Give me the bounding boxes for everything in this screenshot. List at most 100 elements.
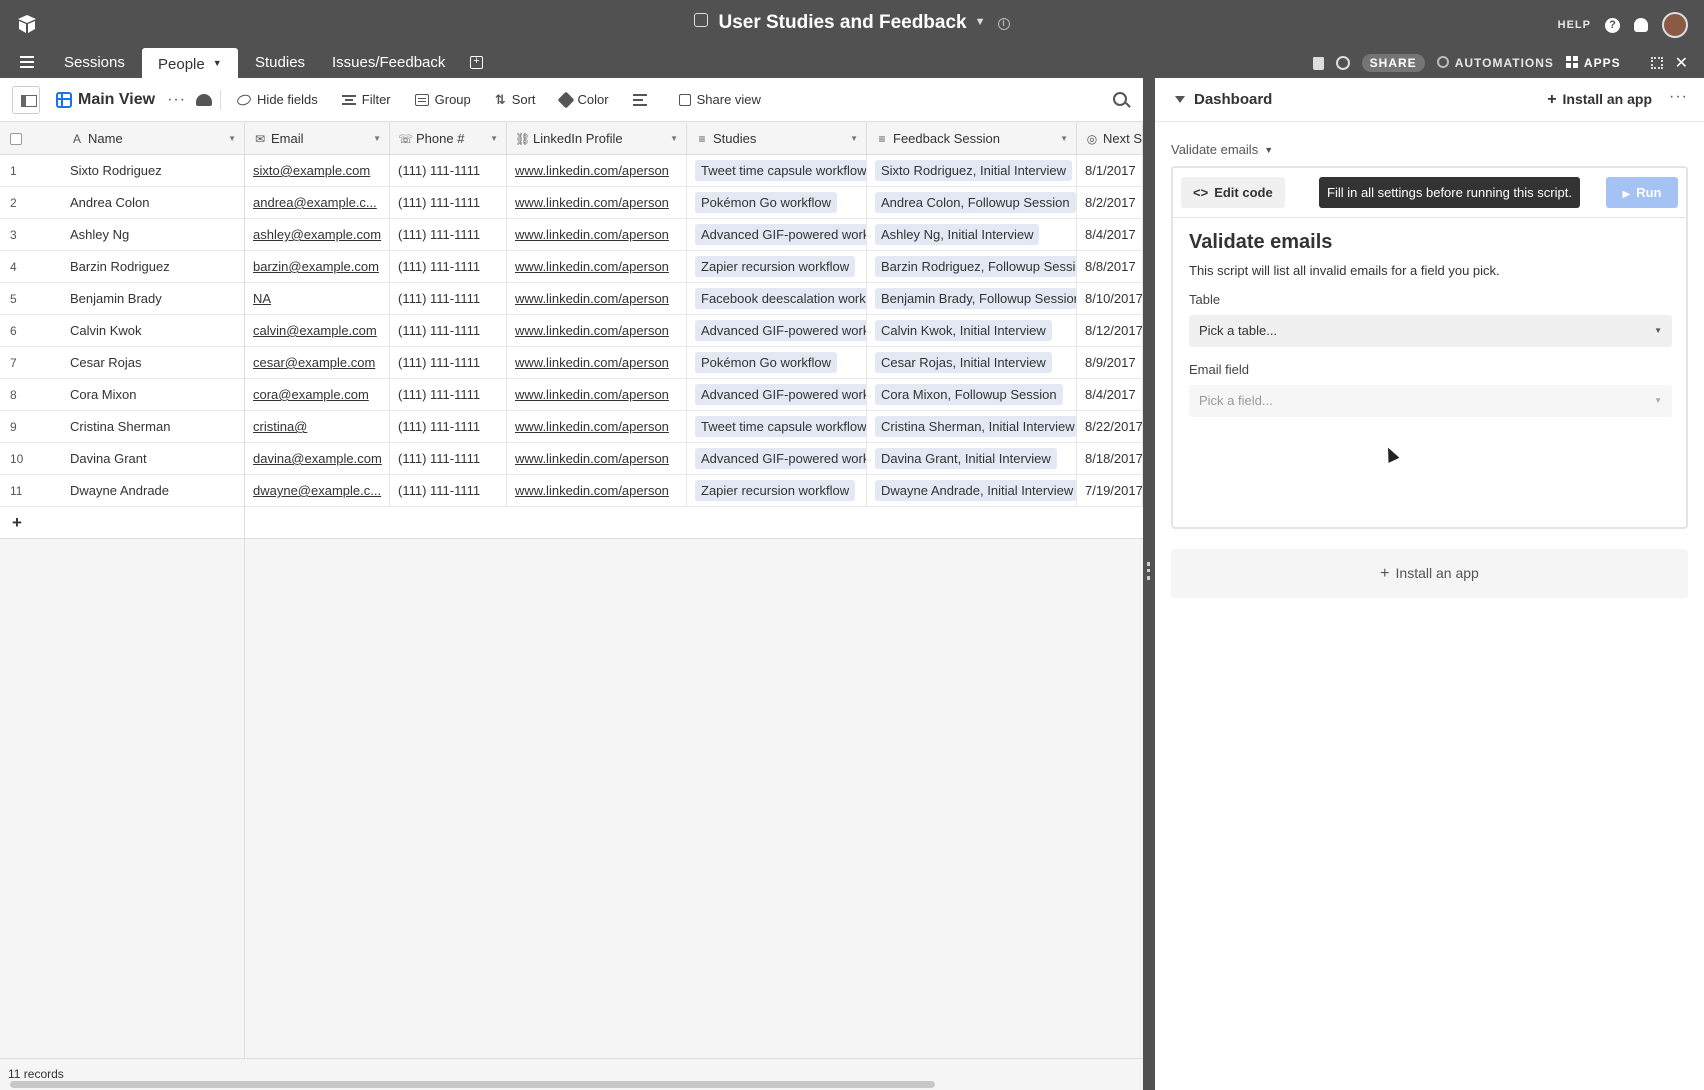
drag-handle-icon[interactable] <box>1147 562 1150 580</box>
cell-phone[interactable]: (111) 111-1111 <box>390 315 507 347</box>
help-icon[interactable]: ? <box>1605 17 1620 33</box>
cell-value[interactable]: www.linkedin.com/aperson <box>515 323 669 338</box>
cell-linkedin[interactable]: www.linkedin.com/aperson <box>507 379 687 411</box>
cell-name[interactable]: Benjamin Brady <box>62 283 245 315</box>
table-row[interactable]: 4 Barzin Rodriguez barzin@example.com (111)… <box>0 251 1143 283</box>
table-row[interactable]: 8 Cora Mixon cora@example.com (111) 111-111… <box>0 379 1143 411</box>
column-header[interactable]: ☏ Phone # ▼ <box>390 123 507 155</box>
cell-next[interactable]: 7/19/2017 <box>1077 475 1143 507</box>
cell-value[interactable]: davina@example.com <box>253 451 382 466</box>
cell-name[interactable]: Cora Mixon <box>62 379 245 411</box>
cell-session[interactable]: Cora Mixon, Followup Session <box>867 379 1077 411</box>
column-header[interactable]: ◎ Next S <box>1077 123 1143 155</box>
linked-record-chip[interactable]: Advanced GIF-powered workflow <box>695 448 866 469</box>
chevron-down-icon[interactable]: ▼ <box>850 123 858 155</box>
cell-email[interactable]: barzin@example.com <box>245 251 390 283</box>
view-sidebar-toggle[interactable] <box>12 85 40 114</box>
cell-email[interactable]: cristina@ <box>245 411 390 443</box>
linked-record-chip[interactable]: Zapier recursion workflow <box>695 256 856 277</box>
apps-button[interactable]: APPS <box>1565 56 1621 70</box>
chevron-down-icon[interactable]: ▼ <box>1060 123 1068 155</box>
row-height-icon[interactable] <box>632 93 647 106</box>
cell-email[interactable]: dwayne@example.c... <box>245 475 390 507</box>
linked-record-chip[interactable]: Ashley Ng, Initial Interview <box>875 224 1040 245</box>
view-menu-dots-icon[interactable]: ··· <box>167 91 186 109</box>
linked-record-chip[interactable]: Barzin Rodriguez, Followup Session <box>875 256 1076 277</box>
linked-record-chip[interactable]: Advanced GIF-powered workflow <box>695 320 866 341</box>
cell-email[interactable]: ashley@example.com <box>245 219 390 251</box>
tab-studies[interactable]: Studies <box>255 48 305 78</box>
column-header[interactable]: ⛓ LinkedIn Profile ▼ <box>507 123 687 155</box>
cell-study[interactable]: Tweet time capsule workflow <box>687 411 867 443</box>
cell-value[interactable]: www.linkedin.com/aperson <box>515 259 669 274</box>
column-header[interactable]: ≡ Studies ▼ <box>687 123 867 155</box>
column-header[interactable]: ≡ Feedback Session ▼ <box>867 123 1077 155</box>
cell-value[interactable]: www.linkedin.com/aperson <box>515 227 669 242</box>
cell-study[interactable]: Pokémon Go workflow <box>687 347 867 379</box>
table-row[interactable]: 6 Calvin Kwok calvin@example.com (111) 111-… <box>0 315 1143 347</box>
history-icon[interactable] <box>1335 56 1350 70</box>
cell-linkedin[interactable]: www.linkedin.com/aperson <box>507 475 687 507</box>
tab-people[interactable]: People ▼ <box>142 48 238 78</box>
cell-value[interactable]: calvin@example.com <box>253 323 377 338</box>
cell-phone[interactable]: (111) 111-1111 <box>390 283 507 315</box>
cell-value[interactable]: NA <box>253 291 271 306</box>
cell-linkedin[interactable]: www.linkedin.com/aperson <box>507 411 687 443</box>
linked-record-chip[interactable]: Dwayne Andrade, Initial Interview <box>875 480 1076 501</box>
cell-phone[interactable]: (111) 111-1111 <box>390 347 507 379</box>
cell-next[interactable]: 8/12/2017 <box>1077 315 1143 347</box>
cell-study[interactable]: Pokémon Go workflow <box>687 187 867 219</box>
tab-issues-feedback[interactable]: Issues/Feedback <box>332 48 445 78</box>
dashboard-title[interactable]: Dashboard <box>1194 91 1272 108</box>
cell-name[interactable]: Dwayne Andrade <box>62 475 245 507</box>
table-row[interactable]: 5 Benjamin Brady NA (111) 111-1111 www.linke… <box>0 283 1143 315</box>
cell-session[interactable]: Andrea Colon, Followup Session <box>867 187 1077 219</box>
cell-value[interactable]: www.linkedin.com/aperson <box>515 451 669 466</box>
install-app-button[interactable]: + Install an app <box>1547 91 1652 109</box>
cell-session[interactable]: Sixto Rodriguez, Initial Interview <box>867 155 1077 187</box>
cell-value[interactable]: www.linkedin.com/aperson <box>515 163 669 178</box>
cell-next[interactable]: 8/4/2017 <box>1077 219 1143 251</box>
dashboard-more-dots-icon[interactable]: ··· <box>1669 88 1688 106</box>
cell-value[interactable]: andrea@example.c... <box>253 195 377 210</box>
cell-next[interactable]: 8/10/2017 <box>1077 283 1143 315</box>
cell-email[interactable]: davina@example.com <box>245 443 390 475</box>
cell-study[interactable]: Zapier recursion workflow <box>687 251 867 283</box>
horizontal-scrollbar[interactable] <box>10 1081 935 1088</box>
linked-record-chip[interactable]: Facebook deescalation workflow <box>695 288 866 309</box>
cell-next[interactable]: 8/8/2017 <box>1077 251 1143 283</box>
cell-study[interactable]: Advanced GIF-powered workflow <box>687 379 867 411</box>
cell-next[interactable]: 8/18/2017 <box>1077 443 1143 475</box>
expand-icon[interactable] <box>1650 57 1663 69</box>
collaborators-icon[interactable] <box>196 93 213 106</box>
cell-value[interactable]: www.linkedin.com/aperson <box>515 355 669 370</box>
cell-name[interactable]: Calvin Kwok <box>62 315 245 347</box>
cell-name[interactable]: Barzin Rodriguez <box>62 251 245 283</box>
cell-value[interactable]: www.linkedin.com/aperson <box>515 387 669 402</box>
linked-record-chip[interactable]: Pokémon Go workflow <box>695 352 838 373</box>
table-picker[interactable]: Pick a table... ▼ <box>1189 315 1672 347</box>
cell-value[interactable]: barzin@example.com <box>253 259 379 274</box>
table-row[interactable]: 1 Sixto Rodriguez sixto@example.com (111) 1… <box>0 155 1143 187</box>
avatar[interactable] <box>1662 12 1688 38</box>
cell-linkedin[interactable]: www.linkedin.com/aperson <box>507 187 687 219</box>
table-row[interactable]: 7 Cesar Rojas cesar@example.com (111) 111-1… <box>0 347 1143 379</box>
cell-study[interactable]: Advanced GIF-powered workflow <box>687 315 867 347</box>
cell-linkedin[interactable]: www.linkedin.com/aperson <box>507 219 687 251</box>
linked-record-chip[interactable]: Advanced GIF-powered workflow <box>695 384 866 405</box>
cell-email[interactable]: calvin@example.com <box>245 315 390 347</box>
panel-resize-divider[interactable] <box>1143 78 1155 1090</box>
cell-session[interactable]: Calvin Kwok, Initial Interview <box>867 315 1077 347</box>
cell-session[interactable]: Cesar Rojas, Initial Interview <box>867 347 1077 379</box>
cell-session[interactable]: Cristina Sherman, Initial Interview <box>867 411 1077 443</box>
cell-next[interactable]: 8/4/2017 <box>1077 379 1143 411</box>
linked-record-chip[interactable]: Sixto Rodriguez, Initial Interview <box>875 160 1072 181</box>
cell-email[interactable]: andrea@example.c... <box>245 187 390 219</box>
color-button[interactable]: Color <box>557 91 609 108</box>
cell-linkedin[interactable]: www.linkedin.com/aperson <box>507 315 687 347</box>
cell-session[interactable]: Benjamin Brady, Followup Session <box>867 283 1077 315</box>
install-app-placeholder-button[interactable]: + Install an app <box>1171 549 1688 598</box>
table-row[interactable]: 9 Cristina Sherman cristina@ (111) 111-1111… <box>0 411 1143 443</box>
linked-record-chip[interactable]: Tweet time capsule workflow <box>695 416 866 437</box>
cell-study[interactable]: Advanced GIF-powered workflow <box>687 443 867 475</box>
